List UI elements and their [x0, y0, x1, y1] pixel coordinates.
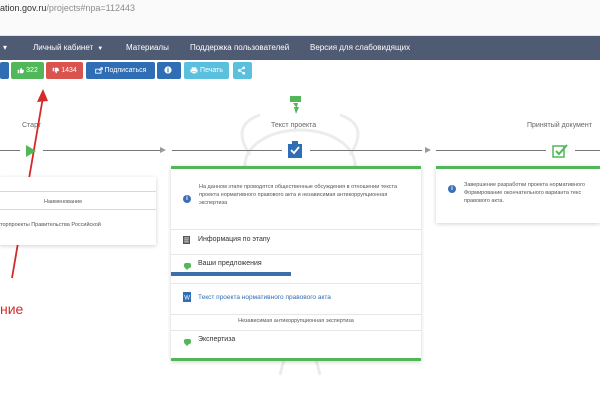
card-divider [0, 209, 156, 210]
thumbs-down-icon [52, 67, 60, 73]
info-button[interactable] [157, 62, 181, 79]
card-divider [171, 314, 421, 315]
action-toolbar: 322 1434 Подписаться Печать [0, 62, 600, 80]
document-link[interactable]: Текст проекта нормативного правового акт… [198, 294, 331, 301]
card-header-name: Наименование [44, 199, 83, 205]
nav-item-materials[interactable]: Материалы [126, 36, 169, 60]
nav-item-accessible-version[interactable]: Версия для слабовидящих [310, 36, 410, 60]
comment-icon [184, 263, 191, 270]
subscribe-label: Подписаться [104, 67, 147, 74]
proposals-label: Ваши предложения [198, 260, 262, 267]
nav-item-cabinet-label: Личный кабинет [33, 43, 94, 52]
timeline-line [43, 150, 160, 151]
chevron-down-icon: ▼ [97, 46, 104, 52]
stage-label-start: Старт [22, 122, 42, 129]
card-top-accent [171, 166, 421, 169]
proposals-progress-bar [171, 272, 291, 276]
timeline-line [0, 150, 20, 151]
nav-item-support[interactable]: Поддержка пользователей [190, 36, 289, 60]
stage-card-start: Наименование торпроекты Правительства Ро… [0, 177, 156, 245]
share-left-button[interactable] [0, 62, 9, 79]
like-button[interactable]: 322 [11, 62, 44, 79]
timeline-line [172, 150, 282, 151]
info-icon: i [448, 185, 456, 193]
comment-icon [184, 339, 191, 346]
word-document-icon: W [183, 292, 191, 302]
play-icon [26, 145, 36, 157]
url-host: ation.gov.ru [0, 3, 47, 13]
info-icon [164, 66, 172, 74]
section-header-expertise: Независимая антикоррупционная экспертиза [238, 318, 354, 324]
dislike-button[interactable]: 1434 [46, 62, 83, 79]
card-body-text: торпроекты Правительства Российской [0, 222, 101, 228]
nav-dropdown-caret[interactable]: ▾ [3, 36, 7, 60]
url-path: /projects#npa=112443 [46, 3, 136, 13]
print-button[interactable]: Печать [184, 62, 229, 79]
url-text[interactable]: ation.gov.ru/projects#npa=112443 [0, 3, 135, 13]
browser-address-bar[interactable]: ation.gov.ru/projects#npa=112443 [0, 0, 600, 36]
accepted-info-text: Завершение разработки проекта нормативно… [464, 182, 585, 204]
pointing-hand-icon [290, 96, 301, 114]
svg-text:W: W [184, 296, 190, 302]
card-top-accent [436, 166, 600, 169]
share-button[interactable] [233, 62, 252, 79]
check-box-icon [552, 144, 568, 158]
timeline-arrow-icon [160, 147, 166, 153]
stage-card-accepted: i Завершение разработки проекта норматив… [436, 166, 600, 223]
annotation-label: ние [0, 301, 24, 317]
stage-info-row[interactable]: Информация по этапу [171, 229, 421, 250]
subscribe-button[interactable]: Подписаться [86, 62, 155, 79]
nav-item-cabinet[interactable]: Личный кабинет ▼ [33, 36, 103, 60]
timeline-line [575, 150, 600, 151]
subscribe-icon [94, 67, 103, 74]
timeline-arrow-icon [425, 147, 431, 153]
stage-info-label: Информация по этапу [198, 236, 271, 243]
timeline-line [310, 150, 422, 151]
info-icon: i [183, 195, 191, 203]
printer-icon [190, 67, 198, 74]
center-info-text: На данном этапе проводятся общественные … [199, 184, 398, 206]
share-icon [237, 66, 246, 75]
document-check-icon [288, 141, 302, 158]
card-bottom-accent [171, 358, 421, 361]
dislike-count: 1434 [61, 67, 77, 74]
like-count: 322 [26, 67, 38, 74]
list-icon [183, 236, 190, 244]
document-link-row[interactable]: W Текст проекта нормативного правового а… [171, 283, 421, 310]
timeline-line [436, 150, 546, 151]
stage-label-accepted: Принятый документ [527, 122, 592, 129]
stage-label-text: Текст проекта [271, 122, 317, 129]
main-navbar: ▾ Личный кабинет ▼ Материалы Поддержка по… [0, 36, 600, 60]
stage-card-project-text: i На данном этапе проводятся общественны… [171, 166, 421, 361]
expertise-label: Экспертиза [198, 336, 236, 343]
print-label: Печать [200, 67, 223, 74]
expertise-row[interactable]: Экспертиза [171, 330, 421, 351]
thumbs-up-icon [17, 67, 25, 73]
